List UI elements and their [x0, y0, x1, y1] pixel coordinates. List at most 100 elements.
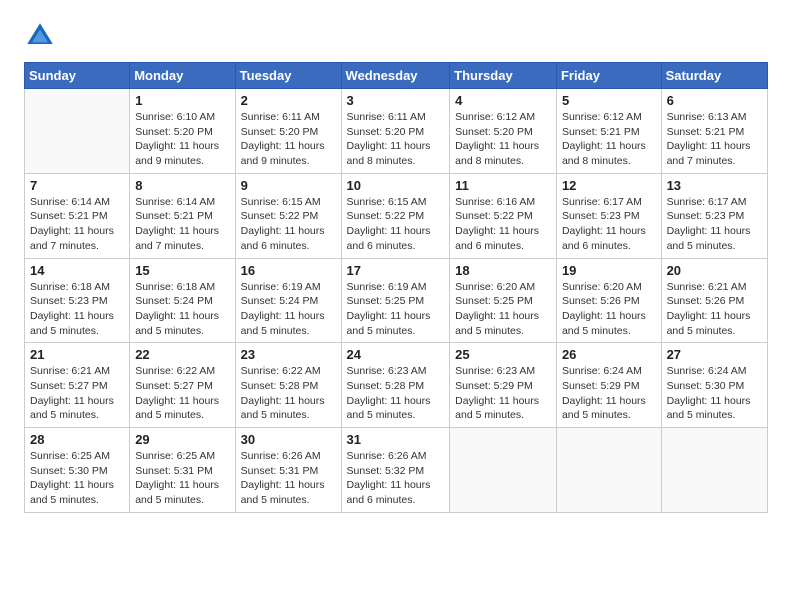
day-number: 28: [30, 432, 124, 447]
day-number: 4: [455, 93, 551, 108]
day-info: Sunrise: 6:15 AM Sunset: 5:22 PM Dayligh…: [241, 195, 336, 254]
day-number: 14: [30, 263, 124, 278]
calendar-week-row: 21 Sunrise: 6:21 AM Sunset: 5:27 PM Dayli…: [25, 343, 768, 428]
calendar-cell: 1Sunrise: 6:10 AM Sunset: 5:20 PM Daylig…: [130, 89, 235, 174]
day-number: 3: [347, 93, 445, 108]
day-info: Sunrise: 6:11 AM Sunset: 5:20 PM Dayligh…: [347, 110, 445, 169]
day-info: Sunrise: 6:25 AM Sunset: 5:30 PM Dayligh…: [30, 449, 124, 508]
day-info: Sunrise: 6:26 AM Sunset: 5:32 PM Dayligh…: [347, 449, 445, 508]
calendar-week-row: 1Sunrise: 6:10 AM Sunset: 5:20 PM Daylig…: [25, 89, 768, 174]
day-info: Sunrise: 6:12 AM Sunset: 5:20 PM Dayligh…: [455, 110, 551, 169]
day-info: Sunrise: 6:17 AM Sunset: 5:23 PM Dayligh…: [562, 195, 656, 254]
calendar-cell: 19 Sunrise: 6:20 AM Sunset: 5:26 PM Dayli…: [556, 258, 661, 343]
calendar-week-row: 28 Sunrise: 6:25 AM Sunset: 5:30 PM Dayli…: [25, 428, 768, 513]
calendar-cell: 23 Sunrise: 6:22 AM Sunset: 5:28 PM Dayli…: [235, 343, 341, 428]
calendar-cell: 16 Sunrise: 6:19 AM Sunset: 5:24 PM Dayli…: [235, 258, 341, 343]
day-info: Sunrise: 6:15 AM Sunset: 5:22 PM Dayligh…: [347, 195, 445, 254]
day-info: Sunrise: 6:12 AM Sunset: 5:21 PM Dayligh…: [562, 110, 656, 169]
page: SundayMondayTuesdayWednesdayThursdayFrid…: [0, 0, 792, 612]
calendar-cell: [556, 428, 661, 513]
day-info: Sunrise: 6:20 AM Sunset: 5:26 PM Dayligh…: [562, 280, 656, 339]
calendar-cell: 8Sunrise: 6:14 AM Sunset: 5:21 PM Daylig…: [130, 173, 235, 258]
calendar-cell: 7Sunrise: 6:14 AM Sunset: 5:21 PM Daylig…: [25, 173, 130, 258]
day-info: Sunrise: 6:11 AM Sunset: 5:20 PM Dayligh…: [241, 110, 336, 169]
calendar-cell: 27 Sunrise: 6:24 AM Sunset: 5:30 PM Dayli…: [661, 343, 767, 428]
day-number: 22: [135, 347, 229, 362]
day-number: 5: [562, 93, 656, 108]
day-number: 27: [667, 347, 762, 362]
weekday-header: Tuesday: [235, 63, 341, 89]
day-info: Sunrise: 6:21 AM Sunset: 5:27 PM Dayligh…: [30, 364, 124, 423]
day-number: 12: [562, 178, 656, 193]
day-number: 24: [347, 347, 445, 362]
logo: [24, 20, 62, 52]
day-number: 9: [241, 178, 336, 193]
day-number: 8: [135, 178, 229, 193]
day-number: 2: [241, 93, 336, 108]
calendar-week-row: 14 Sunrise: 6:18 AM Sunset: 5:23 PM Dayli…: [25, 258, 768, 343]
calendar-cell: [25, 89, 130, 174]
day-number: 19: [562, 263, 656, 278]
day-number: 21: [30, 347, 124, 362]
day-info: Sunrise: 6:21 AM Sunset: 5:26 PM Dayligh…: [667, 280, 762, 339]
calendar-cell: 21 Sunrise: 6:21 AM Sunset: 5:27 PM Dayli…: [25, 343, 130, 428]
calendar-cell: 29Sunrise: 6:25 AM Sunset: 5:31 PM Dayli…: [130, 428, 235, 513]
calendar-cell: 9 Sunrise: 6:15 AM Sunset: 5:22 PM Daylig…: [235, 173, 341, 258]
header: [24, 20, 768, 52]
calendar-cell: 25Sunrise: 6:23 AM Sunset: 5:29 PM Dayli…: [450, 343, 557, 428]
day-number: 11: [455, 178, 551, 193]
calendar-cell: [450, 428, 557, 513]
day-info: Sunrise: 6:19 AM Sunset: 5:25 PM Dayligh…: [347, 280, 445, 339]
header-row: SundayMondayTuesdayWednesdayThursdayFrid…: [25, 63, 768, 89]
day-number: 26: [562, 347, 656, 362]
calendar-cell: 31 Sunrise: 6:26 AM Sunset: 5:32 PM Dayli…: [341, 428, 450, 513]
weekday-header: Friday: [556, 63, 661, 89]
day-number: 16: [241, 263, 336, 278]
day-number: 17: [347, 263, 445, 278]
day-info: Sunrise: 6:18 AM Sunset: 5:24 PM Dayligh…: [135, 280, 229, 339]
day-number: 23: [241, 347, 336, 362]
day-info: Sunrise: 6:23 AM Sunset: 5:28 PM Dayligh…: [347, 364, 445, 423]
calendar-header: SundayMondayTuesdayWednesdayThursdayFrid…: [25, 63, 768, 89]
day-info: Sunrise: 6:18 AM Sunset: 5:23 PM Dayligh…: [30, 280, 124, 339]
weekday-header: Saturday: [661, 63, 767, 89]
weekday-header: Monday: [130, 63, 235, 89]
day-number: 10: [347, 178, 445, 193]
day-info: Sunrise: 6:19 AM Sunset: 5:24 PM Dayligh…: [241, 280, 336, 339]
calendar-cell: 4 Sunrise: 6:12 AM Sunset: 5:20 PM Daylig…: [450, 89, 557, 174]
day-number: 13: [667, 178, 762, 193]
calendar-cell: 22Sunrise: 6:22 AM Sunset: 5:27 PM Dayli…: [130, 343, 235, 428]
calendar-cell: 12 Sunrise: 6:17 AM Sunset: 5:23 PM Dayli…: [556, 173, 661, 258]
weekday-header: Wednesday: [341, 63, 450, 89]
calendar-cell: 15 Sunrise: 6:18 AM Sunset: 5:24 PM Dayli…: [130, 258, 235, 343]
day-info: Sunrise: 6:24 AM Sunset: 5:30 PM Dayligh…: [667, 364, 762, 423]
calendar-cell: 18Sunrise: 6:20 AM Sunset: 5:25 PM Dayli…: [450, 258, 557, 343]
calendar-week-row: 7Sunrise: 6:14 AM Sunset: 5:21 PM Daylig…: [25, 173, 768, 258]
day-info: Sunrise: 6:24 AM Sunset: 5:29 PM Dayligh…: [562, 364, 656, 423]
calendar-cell: 28 Sunrise: 6:25 AM Sunset: 5:30 PM Dayli…: [25, 428, 130, 513]
day-number: 31: [347, 432, 445, 447]
calendar-cell: 14 Sunrise: 6:18 AM Sunset: 5:23 PM Dayli…: [25, 258, 130, 343]
day-number: 30: [241, 432, 336, 447]
day-info: Sunrise: 6:17 AM Sunset: 5:23 PM Dayligh…: [667, 195, 762, 254]
day-number: 18: [455, 263, 551, 278]
calendar-cell: 2 Sunrise: 6:11 AM Sunset: 5:20 PM Daylig…: [235, 89, 341, 174]
day-number: 6: [667, 93, 762, 108]
weekday-header: Sunday: [25, 63, 130, 89]
calendar-body: 1Sunrise: 6:10 AM Sunset: 5:20 PM Daylig…: [25, 89, 768, 513]
day-number: 25: [455, 347, 551, 362]
day-number: 15: [135, 263, 229, 278]
calendar-cell: 11 Sunrise: 6:16 AM Sunset: 5:22 PM Dayli…: [450, 173, 557, 258]
calendar-cell: 17 Sunrise: 6:19 AM Sunset: 5:25 PM Dayli…: [341, 258, 450, 343]
calendar-cell: 6Sunrise: 6:13 AM Sunset: 5:21 PM Daylig…: [661, 89, 767, 174]
calendar-cell: [661, 428, 767, 513]
day-info: Sunrise: 6:14 AM Sunset: 5:21 PM Dayligh…: [30, 195, 124, 254]
calendar-cell: 10 Sunrise: 6:15 AM Sunset: 5:22 PM Dayli…: [341, 173, 450, 258]
calendar-cell: 5 Sunrise: 6:12 AM Sunset: 5:21 PM Daylig…: [556, 89, 661, 174]
day-info: Sunrise: 6:16 AM Sunset: 5:22 PM Dayligh…: [455, 195, 551, 254]
calendar-cell: 13 Sunrise: 6:17 AM Sunset: 5:23 PM Dayli…: [661, 173, 767, 258]
day-number: 20: [667, 263, 762, 278]
day-info: Sunrise: 6:22 AM Sunset: 5:28 PM Dayligh…: [241, 364, 336, 423]
calendar-cell: 30Sunrise: 6:26 AM Sunset: 5:31 PM Dayli…: [235, 428, 341, 513]
day-number: 1: [135, 93, 229, 108]
